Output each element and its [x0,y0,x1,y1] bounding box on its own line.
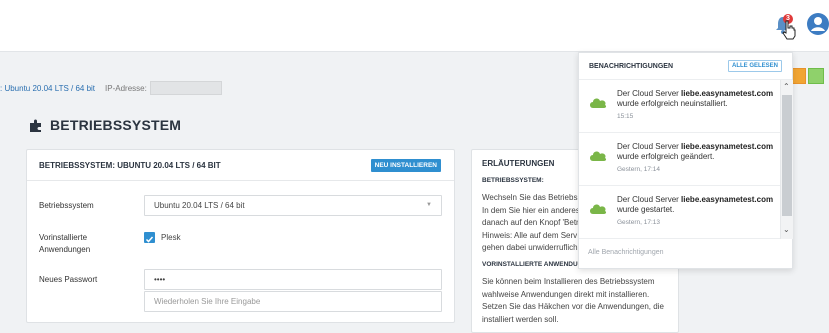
notification-message: wurde erfolgreich geändert. [617,152,715,161]
notification-text: Der Cloud Server liebe.easynametest.com … [617,195,777,215]
password-input[interactable]: •••• [144,269,442,290]
notifications-dropdown: BENACHRICHTIGUNGEN ALLE GELESEN Der Clou… [578,52,793,269]
os-info-value: : Ubuntu 20.04 LTS / 64 bit [0,83,96,93]
notification-item[interactable]: Der Cloud Server liebe.easynametest.com … [579,186,781,239]
notifications-header: BENACHRICHTIGUNGEN ALLE GELESEN [579,53,792,80]
server-info-strip: : Ubuntu 20.04 LTS / 64 bit IP-Adresse: [0,76,600,100]
scrollbar-thumb[interactable] [782,95,792,216]
all-notifications-link[interactable]: Alle Benachrichtigungen [588,249,664,256]
notification-item[interactable]: Der Cloud Server liebe.easynametest.com … [579,80,781,133]
notification-server: liebe.easynametest.com [681,89,774,98]
hand-cursor-icon [782,20,796,40]
cloud-icon [590,151,607,161]
password-label: Neues Passwort [39,275,98,284]
password-repeat-input[interactable]: Wiederholen Sie Ihre Eingabe [144,291,442,312]
os-label: Betriebssystem [39,201,94,210]
notification-item[interactable]: Der Cloud Server liebe.easynametest.com … [579,133,781,186]
cloud-icon [590,204,607,214]
notification-server: liebe.easynametest.com [681,195,774,204]
chevron-down-icon[interactable]: ⌄ [783,225,790,234]
os-card-header: BETRIEBSSYSTEM: UBUNTU 20.04 LTS / 64 BI… [27,150,454,181]
chevron-down-icon: ▼ [426,202,432,208]
plesk-checkbox[interactable] [144,232,155,243]
os-card: BETRIEBSSYSTEM: UBUNTU 20.04 LTS / 64 BI… [26,149,455,323]
notification-prefix: Der Cloud Server [617,89,682,98]
explanation-line: danach auf den Knopf 'Betr [482,218,579,227]
os-select[interactable]: Ubuntu 20.04 LTS / 64 bit ▼ [144,195,442,216]
notifications-title: BENACHRICHTIGUNGEN [589,62,673,70]
chevron-up-icon[interactable]: ⌃ [783,82,790,91]
notification-prefix: Der Cloud Server [617,195,682,204]
password-value: •••• [154,275,166,284]
notification-text: Der Cloud Server liebe.easynametest.com … [617,89,777,109]
page-title-text: BETRIEBSSYSTEM [50,117,182,133]
ip-address-value [149,81,222,95]
notification-time: 15:15 [617,113,634,120]
os-select-value: Ubuntu 20.04 LTS / 64 bit [154,201,245,210]
explanation-line: wahlweise Anwendungen direkt mit install… [482,289,650,299]
os-card-title: BETRIEBSSYSTEM: UBUNTU 20.04 LTS / 64 BI… [39,160,221,170]
notification-text: Der Cloud Server liebe.easynametest.com … [617,142,777,162]
explanation-text-apps: Sie können beim Installieren des Betrieb… [482,276,668,326]
mark-all-read-button[interactable]: ALLE GELESEN [727,60,782,72]
check-icon [145,236,154,243]
notification-time: Gestern, 17:14 [617,166,660,173]
ip-address-label: IP-Adresse: [105,83,147,93]
notifications-list: Der Cloud Server liebe.easynametest.com … [579,80,781,239]
server-action-buttons [790,68,829,90]
explanation-line: Wechseln Sie das Betriebss [482,193,582,202]
password-repeat-placeholder: Wiederholen Sie Ihre Eingabe [154,297,261,306]
cloud-icon [590,98,607,108]
explanation-line: gehen dabei unwiderruflich [482,243,578,252]
start-button[interactable] [808,68,824,84]
apps-label-line1: Vorinstallierte [39,233,88,242]
top-bar: 3 [0,0,829,52]
explanation-line: In dem Sie hier ein anderes [482,205,580,215]
user-icon[interactable] [806,12,829,36]
notifications-scrollbar[interactable]: ⌃ ⌄ [780,80,793,239]
plesk-label: Plesk [161,233,181,242]
notification-prefix: Der Cloud Server [617,142,682,151]
page-title: BETRIEBSSYSTEM [28,117,181,133]
explanation-line: Hinweis: Alle auf dem Serv [482,230,578,240]
apps-label: Vorinstallierte Anwendungen [39,232,90,256]
explanation-line: installiert werden soll. [482,314,559,324]
notification-server: liebe.easynametest.com [681,142,774,151]
puzzle-icon [30,119,41,132]
explanation-line: Sie können beim Installieren des Betrieb… [482,277,655,286]
notification-message: wurde erfolgreich neuinstalliert. [617,99,728,108]
notification-message: wurde gestartet. [617,205,675,214]
explanation-line: Setzen Sie das Häkchen vor die Anwendung… [482,302,664,311]
reinstall-button[interactable]: NEU INSTALLIEREN [370,158,441,172]
notification-time: Gestern, 17:13 [617,219,660,226]
apps-label-line2: Anwendungen [39,245,91,254]
